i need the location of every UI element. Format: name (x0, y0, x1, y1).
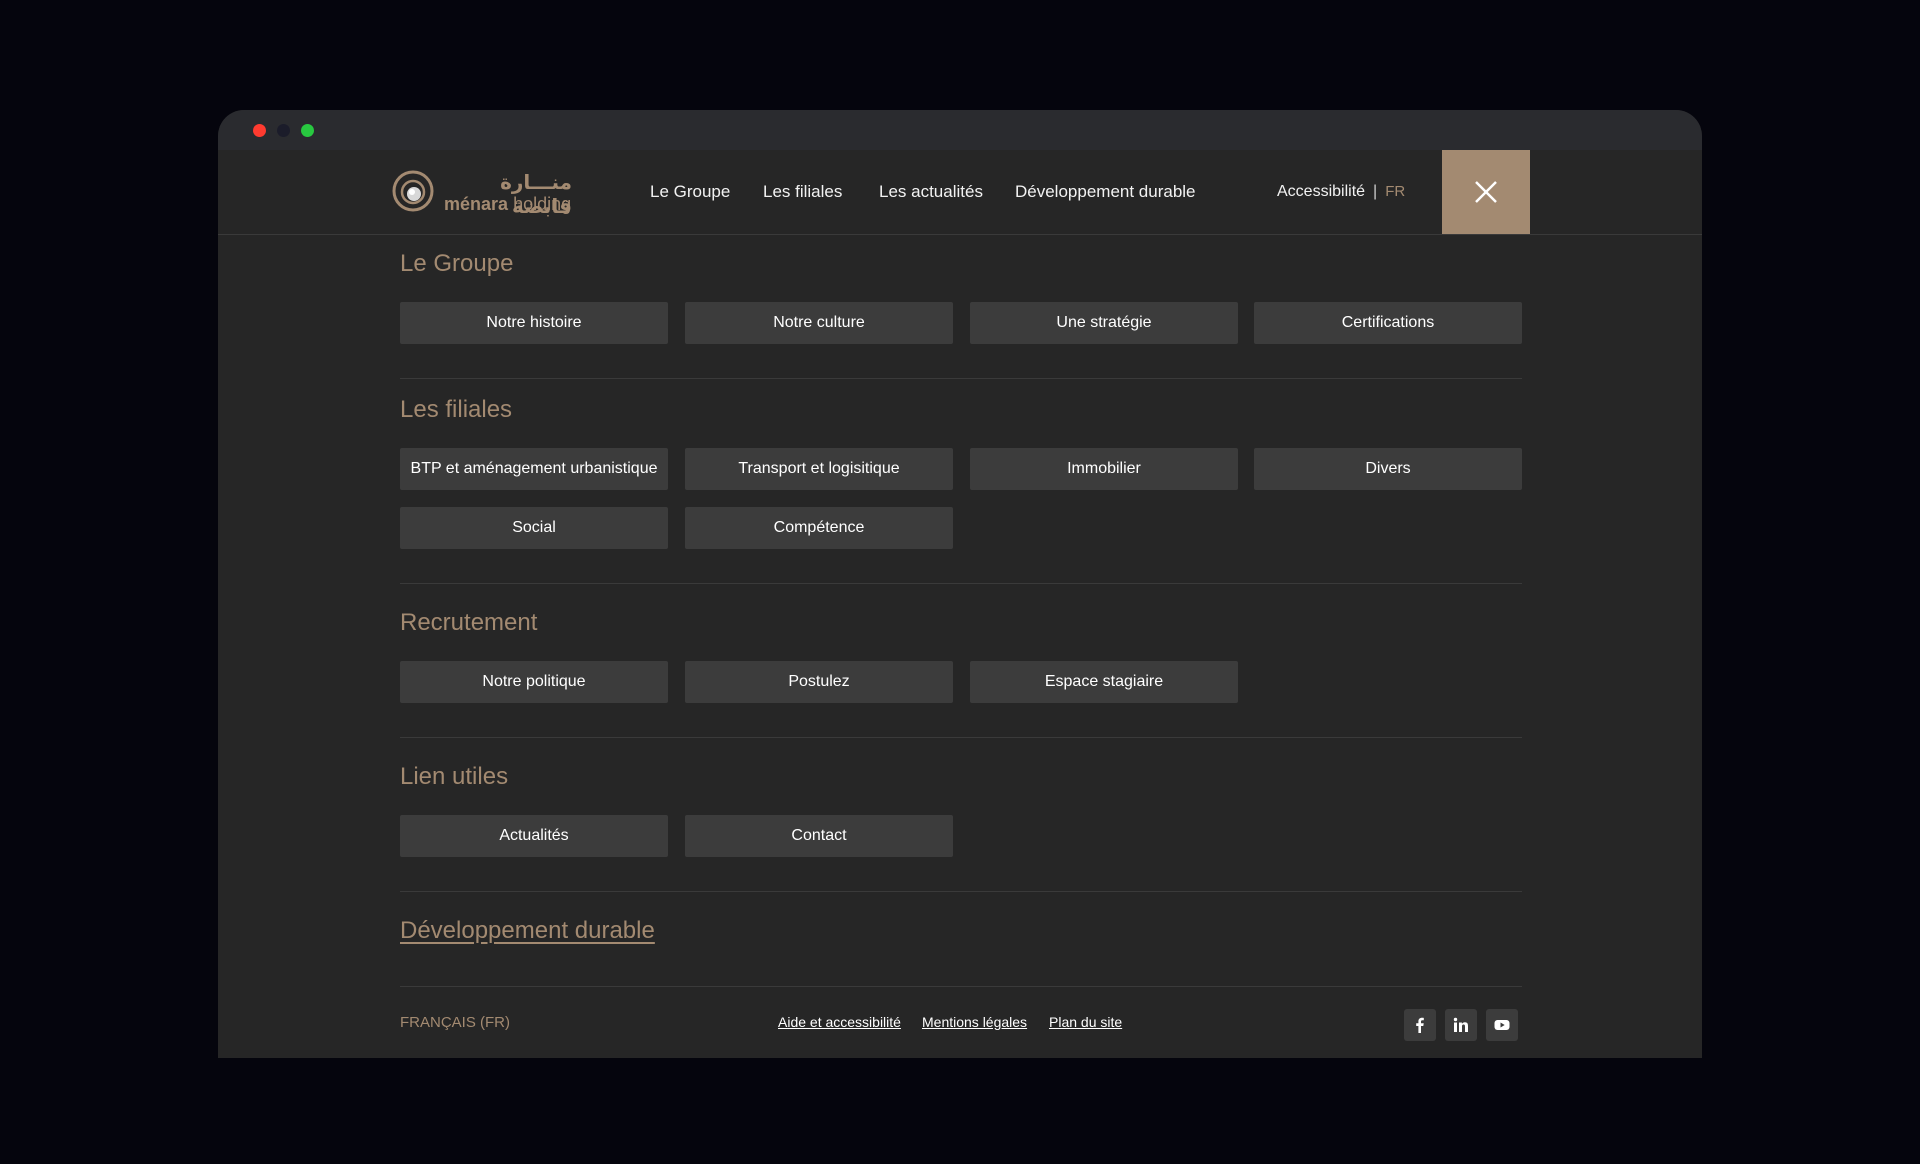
section-divider (400, 378, 1522, 379)
logo-emblem-icon (392, 170, 434, 212)
menu-button-une-strategie[interactable]: Une stratégie (970, 302, 1238, 344)
footer-language[interactable]: FRANÇAIS (FR) (400, 1014, 510, 1031)
menu-button-espace-stagiaire[interactable]: Espace stagiaire (970, 661, 1238, 703)
facebook-button[interactable] (1404, 1009, 1436, 1041)
accessibility-language: Accessibilité | FR (1277, 150, 1405, 234)
menu-button-immobilier[interactable]: Immobilier (970, 448, 1238, 490)
section-link-developpement-durable[interactable]: Développement durable (400, 917, 655, 945)
nav-separator: | (1373, 183, 1378, 200)
section-title-le-groupe: Le Groupe (400, 250, 514, 277)
browser-window: منـــارة قابضة ménara holding Le Groupe … (218, 110, 1702, 1058)
nav-les-actualites[interactable]: Les actualités (879, 150, 983, 234)
menu-button-contact[interactable]: Contact (685, 815, 953, 857)
menu-button-postulez[interactable]: Postulez (685, 661, 953, 703)
section-divider (400, 737, 1522, 738)
footer-link-aide[interactable]: Aide et accessibilité (778, 1014, 901, 1030)
close-window-dot[interactable] (253, 124, 266, 137)
close-icon (1475, 181, 1497, 203)
section-divider (400, 891, 1522, 892)
nav-developpement-durable[interactable]: Développement durable (1015, 150, 1196, 234)
menara-logo[interactable]: منـــارة قابضة ménara holding (392, 170, 572, 218)
logo-brand-bold: ménara (444, 194, 509, 214)
footer-link-plan[interactable]: Plan du site (1049, 1014, 1122, 1030)
menu-button-transport[interactable]: Transport et logisitique (685, 448, 953, 490)
menu-button-competence[interactable]: Compétence (685, 507, 953, 549)
section-title-recrutement: Recrutement (400, 609, 538, 636)
site-header: منـــارة قابضة ménara holding Le Groupe … (218, 150, 1702, 235)
nav-les-filiales[interactable]: Les filiales (763, 150, 842, 234)
logo-latin-text: ménara holding (444, 194, 571, 215)
menu-button-btp[interactable]: BTP et aménagement urbanistique (400, 448, 668, 490)
section-title-lien-utiles: Lien utiles (400, 763, 509, 790)
menu-button-notre-histoire[interactable]: Notre histoire (400, 302, 668, 344)
accessibility-link[interactable]: Accessibilité (1277, 183, 1365, 200)
nav-le-groupe[interactable]: Le Groupe (650, 150, 730, 234)
section-title-les-filiales: Les filiales (400, 396, 513, 423)
youtube-button[interactable] (1486, 1009, 1518, 1041)
window-titlebar (218, 110, 1702, 150)
close-menu-button[interactable] (1442, 150, 1530, 234)
menu-button-notre-culture[interactable]: Notre culture (685, 302, 953, 344)
menu-button-notre-politique[interactable]: Notre politique (400, 661, 668, 703)
logo-brand-light: holding (513, 194, 572, 214)
linkedin-icon (1453, 1017, 1468, 1032)
footer-divider (400, 986, 1522, 987)
minimize-window-dot[interactable] (277, 124, 290, 137)
linkedin-button[interactable] (1445, 1009, 1477, 1041)
section-divider (400, 583, 1522, 584)
menu-button-certifications[interactable]: Certifications (1254, 302, 1522, 344)
youtube-icon (1494, 1020, 1510, 1030)
facebook-icon (1416, 1017, 1424, 1033)
menu-button-actualites[interactable]: Actualités (400, 815, 668, 857)
menu-button-divers[interactable]: Divers (1254, 448, 1522, 490)
language-switch[interactable]: FR (1385, 183, 1405, 200)
maximize-window-dot[interactable] (301, 124, 314, 137)
footer-link-mentions[interactable]: Mentions légales (922, 1014, 1027, 1030)
menu-button-social[interactable]: Social (400, 507, 668, 549)
